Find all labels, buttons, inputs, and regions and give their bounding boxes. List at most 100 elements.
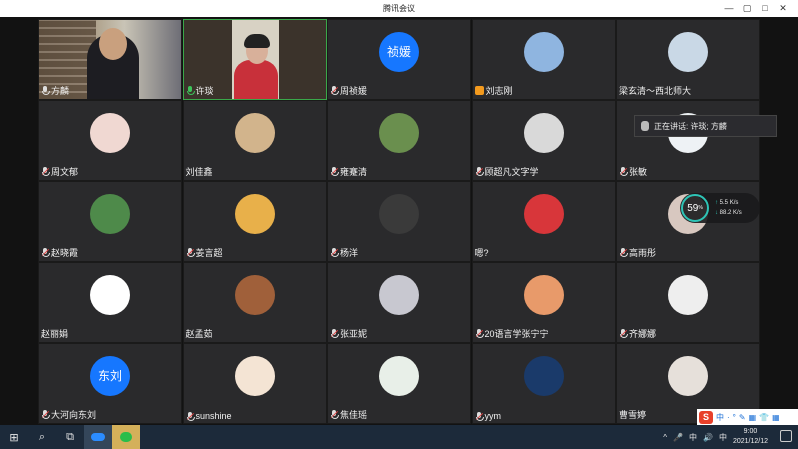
mic-icon <box>186 86 195 95</box>
avatar <box>90 274 130 315</box>
ime-keyboard-icon[interactable]: ▦ <box>749 413 757 422</box>
mic-muted-icon <box>330 410 339 419</box>
participant-name: 雍蹇清 <box>340 167 368 177</box>
avatar <box>234 355 275 396</box>
notification-icon[interactable] <box>780 430 792 442</box>
mic-muted-icon <box>475 411 484 421</box>
download-rate: 88.2 K/s <box>715 208 742 218</box>
mic-muted-icon <box>619 167 628 176</box>
nameplate: 焦佳瑶 <box>330 408 367 421</box>
participant-tile[interactable]: 刘佳鑫 <box>182 100 327 181</box>
participant-tile[interactable]: 梁玄清～西北师大 <box>616 19 760 100</box>
participant-tile[interactable]: 张敏 <box>616 100 760 181</box>
participant-tile[interactable]: 嗯? <box>471 181 616 262</box>
sogou-logo-icon[interactable]: S <box>699 410 713 424</box>
avatar <box>668 355 708 396</box>
tray-lang-icon[interactable]: 中 <box>719 432 727 443</box>
avatar <box>668 274 708 315</box>
participant-tile[interactable]: 东刘 大河向东刘 <box>38 343 182 424</box>
participant-tile[interactable]: 方麟 <box>38 19 182 100</box>
participant-name: 张敏 <box>629 167 648 177</box>
participant-tile[interactable]: 杨洋 <box>327 181 471 262</box>
ime-dot-icon[interactable]: ° <box>733 413 736 422</box>
window-title: 腾讯会议 <box>383 4 415 13</box>
pin-button[interactable]: — <box>720 0 738 17</box>
participant-name: 梁玄清～西北师大 <box>619 86 692 96</box>
ime-mode[interactable]: 中 <box>716 412 724 423</box>
tencent-meeting-taskbar-icon[interactable] <box>84 425 112 449</box>
participant-tile[interactable]: yym <box>471 343 616 424</box>
participant-name: 周祯媛 <box>340 86 368 96</box>
tray-expand-icon[interactable]: ^ <box>663 433 667 442</box>
ime-pen-icon[interactable]: ✎ <box>739 413 746 422</box>
participant-tile[interactable]: 赵晓霞 <box>38 181 182 262</box>
tray-volume-icon[interactable]: 🔊 <box>703 433 713 442</box>
windows-start-icon[interactable]: ⊞ <box>0 425 28 449</box>
nameplate: 周文郁 <box>41 165 78 178</box>
participant-name: 张亚妮 <box>340 329 368 339</box>
participant-tile[interactable]: 赵孟茹 <box>182 262 327 343</box>
nameplate: sunshine <box>186 411 232 421</box>
clock[interactable]: 9:00 2021/12/12 <box>733 427 768 447</box>
mic-muted-icon <box>475 167 484 176</box>
nameplate: 赵丽娟 <box>41 327 68 340</box>
participant-name: 杨洋 <box>340 248 359 258</box>
nameplate: 刘佳鑫 <box>186 165 213 178</box>
maximize-button[interactable]: □ <box>756 0 774 17</box>
participant-tile[interactable]: 雍蹇清 <box>327 100 471 181</box>
tray-ime-icon[interactable]: 中 <box>689 432 697 443</box>
participant-tile[interactable]: sunshine <box>182 343 327 424</box>
avatar <box>523 193 564 234</box>
cpu-percent: 59 <box>687 202 699 214</box>
avatar <box>234 274 275 315</box>
mic-muted-icon <box>330 248 339 257</box>
participant-tile[interactable]: 祯媛 周祯媛 <box>327 19 471 100</box>
mic-muted-icon <box>41 410 50 419</box>
participant-tile[interactable]: 姜言超 <box>182 181 327 262</box>
mic-muted-icon <box>330 86 339 95</box>
participant-tile[interactable]: 焦佳瑶 <box>327 343 471 424</box>
avatar <box>234 193 275 234</box>
wechat-taskbar-icon[interactable] <box>112 425 140 449</box>
mic-muted-icon <box>186 248 195 257</box>
tray-mic-icon[interactable]: 🎤 <box>673 433 683 442</box>
participant-tile[interactable]: 张亚妮 <box>327 262 471 343</box>
participant-tile[interactable]: 顾超凡文字学 <box>471 100 616 181</box>
ime-toolbar[interactable]: S 中 · ° ✎ ▦ 👕 ▦ <box>697 409 798 425</box>
participant-tile[interactable]: 刘志刚 <box>471 19 616 100</box>
nameplate: 高雨彤 <box>619 246 656 259</box>
avatar <box>523 112 564 153</box>
minimize-button[interactable]: ▢ <box>738 0 756 17</box>
participant-name: 姜言超 <box>195 248 223 258</box>
system-tray: ^ 🎤 中 🔊 中 9:00 2021/12/12 <box>663 425 768 449</box>
participant-tile[interactable]: 20语言学张宁宁 <box>471 262 616 343</box>
avatar <box>668 31 708 72</box>
participant-tile[interactable]: 许琰 <box>182 19 327 100</box>
task-view-icon[interactable]: ⧉ <box>56 425 84 449</box>
host-icon <box>474 86 484 95</box>
mic-icon <box>41 86 50 95</box>
participant-tile[interactable]: 齐娜娜 <box>616 262 760 343</box>
upload-rate: 5.5 K/s <box>715 198 742 208</box>
mic-muted-icon <box>186 411 195 421</box>
cpu-ring: 59% <box>681 194 709 222</box>
participant-name: 许琰 <box>195 86 214 96</box>
speaking-text: 正在讲话: 许琰; 方麟 <box>654 121 727 131</box>
participant-tile[interactable]: 周文郁 <box>38 100 182 181</box>
avatar <box>90 112 130 153</box>
network-speed-widget[interactable]: 59% 5.5 K/s 88.2 K/s <box>680 193 760 223</box>
ime-grid-icon[interactable]: ▦ <box>772 413 780 422</box>
ime-punct-icon[interactable]: · <box>727 413 730 422</box>
participant-grid: 方麟 许琰 祯媛 周祯媛 刘志刚 梁玄清～西北师大周文郁 刘佳鑫 雍蹇清 顾超凡文字学张敏赵晓霞… <box>38 19 760 425</box>
nameplate: 杨洋 <box>330 246 358 259</box>
participant-name: 大河向东刘 <box>51 410 97 420</box>
mic-muted-icon <box>41 248 50 257</box>
mic-muted-icon <box>475 329 484 338</box>
participant-tile[interactable]: 赵丽娟 <box>38 262 182 343</box>
mic-muted-icon <box>619 329 628 338</box>
search-icon[interactable]: ⌕ <box>28 425 56 449</box>
avatar <box>379 112 419 153</box>
close-button[interactable]: ✕ <box>774 0 792 17</box>
nameplate: 方麟 <box>41 84 69 97</box>
ime-skin-icon[interactable]: 👕 <box>759 413 769 422</box>
